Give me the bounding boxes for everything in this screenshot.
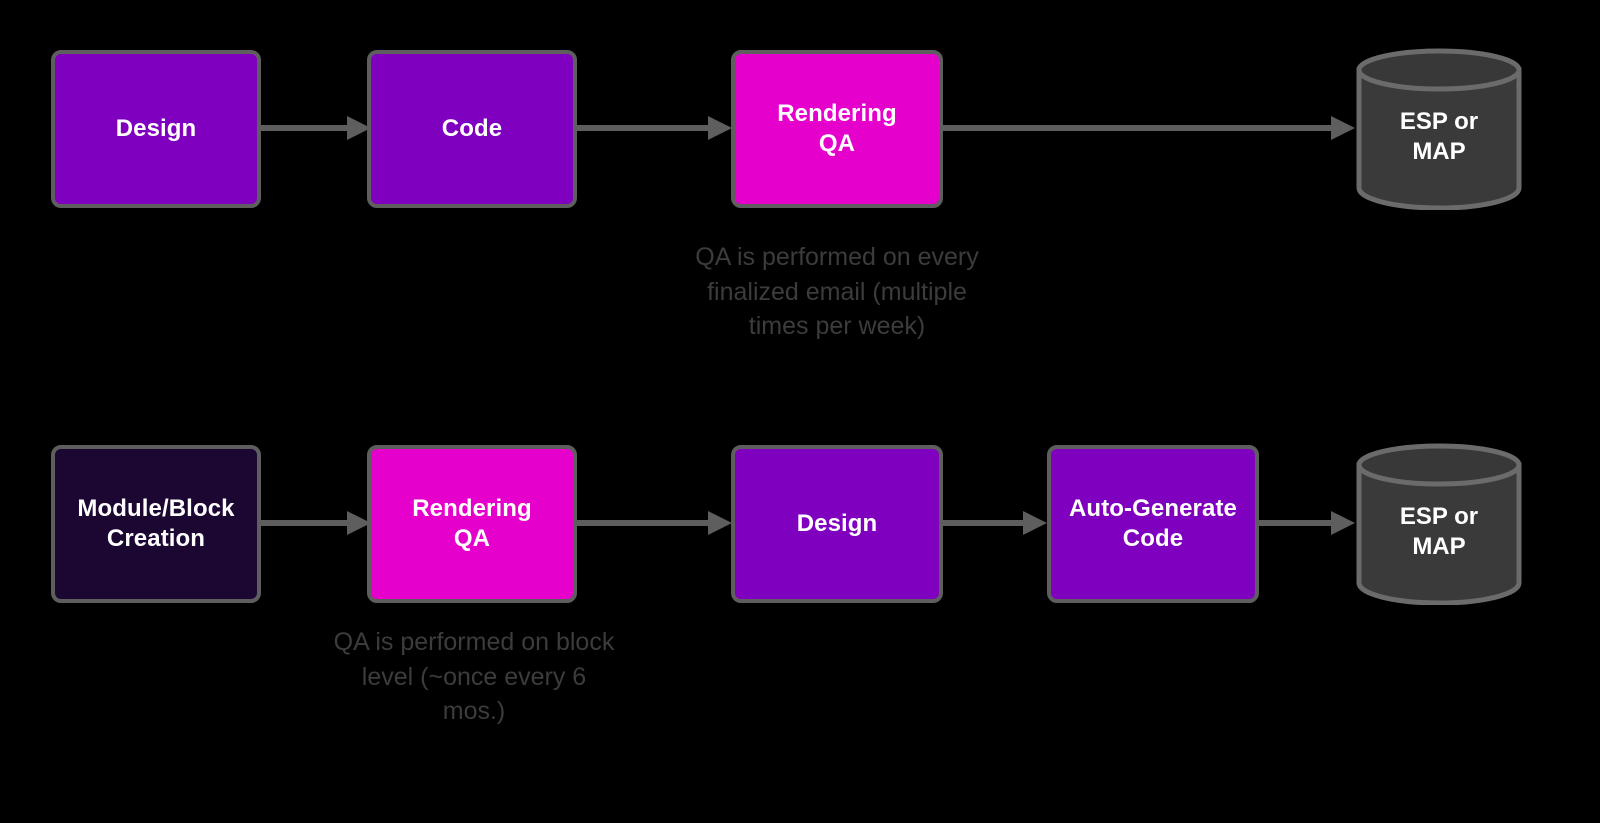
arrow-bottom-rendering-qa-to-design — [577, 505, 732, 541]
arrow-bottom-auto-generate-code-to-destination — [1259, 505, 1355, 541]
caption-bottom-rendering-qa: QA is performed on block level (~once ev… — [333, 628, 615, 725]
node-top-rendering-qa[interactable]: Rendering QA — [731, 50, 943, 208]
node-label: Auto-Generate Code — [1069, 495, 1237, 552]
arrow-top-code-to-rendering-qa — [577, 110, 732, 146]
arrow-bottom-design-to-auto-generate-code — [943, 505, 1047, 541]
node-label: Design — [115, 115, 197, 142]
arrow-top-rendering-qa-to-destination — [943, 110, 1355, 146]
node-bottom-design[interactable]: Design — [731, 445, 943, 603]
node-label: Rendering QA — [412, 495, 532, 552]
node-label: Design — [796, 510, 878, 537]
node-label: Module/Block Creation — [77, 495, 235, 552]
arrow-bottom-module-to-rendering-qa — [261, 505, 371, 541]
cylinder-bottom-destination[interactable]: ESP or MAP — [1355, 443, 1523, 605]
caption-top-rendering-qa: QA is performed on every finalized email… — [695, 243, 979, 340]
arrow-top-design-to-code — [261, 110, 371, 146]
cylinder-top-destination[interactable]: ESP or MAP — [1355, 48, 1523, 210]
node-top-design[interactable]: Design — [51, 50, 261, 208]
diagram-canvas: Design Code Rendering QA ESP or MAP QA i… — [0, 0, 1600, 823]
node-bottom-auto-generate-code[interactable]: Auto-Generate Code — [1047, 445, 1259, 603]
node-bottom-module-block-creation[interactable]: Module/Block Creation — [51, 445, 261, 603]
node-top-code[interactable]: Code — [367, 50, 577, 208]
node-label: Rendering QA — [777, 100, 897, 157]
node-label: Code — [441, 115, 503, 142]
node-bottom-rendering-qa[interactable]: Rendering QA — [367, 445, 577, 603]
